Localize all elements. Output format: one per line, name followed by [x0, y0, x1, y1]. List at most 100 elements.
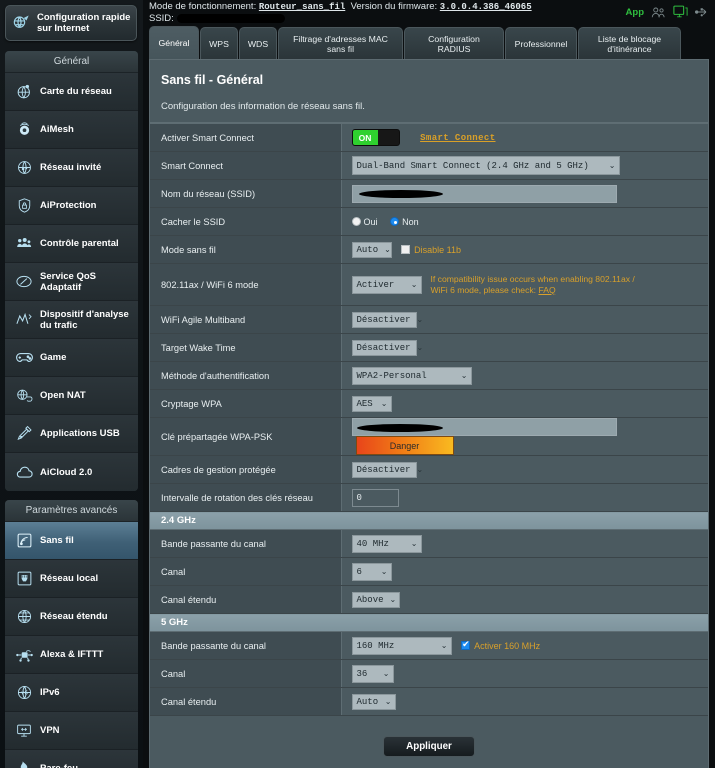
wireless-general-panel: Sans fil - Général Configuration des inf… [149, 59, 709, 768]
wireless-mode-select[interactable]: Auto ⌄ [351, 241, 392, 258]
sidebar-item-open-nat[interactable]: Open NAT [5, 377, 138, 415]
ssid-label: SSID: [149, 13, 174, 24]
enable-160mhz-checkbox-wrap[interactable]: Activer 160 MHz [461, 639, 540, 651]
sidebar-item-label: Dispositif d'analyse du trafic [40, 308, 129, 331]
usb-icon[interactable] [695, 6, 710, 18]
sidebar-item-label: Open NAT [40, 390, 86, 401]
section-header-24ghz: 2.4 GHz [150, 511, 708, 530]
radio-circle-selected-icon [390, 217, 400, 227]
row-label: Intervalle de rotation des clés réseau [150, 483, 342, 512]
quick-internet-setup-button[interactable]: Configuration rapide sur Internet [5, 5, 137, 41]
sidebar-item-network-map[interactable]: Carte du réseau [5, 73, 138, 111]
tab-roaming-block-list[interactable]: Liste de blocage d'itinérance [578, 27, 681, 59]
pmf-select[interactable]: Désactiver ⌄ [351, 461, 423, 478]
guest-network-icon [12, 159, 36, 176]
sidebar-item-parental-control[interactable]: Contrôle parental [5, 225, 138, 263]
agile-multiband-select[interactable]: Désactiver ⌄ [351, 311, 423, 328]
sidebar-item-vpn[interactable]: VPN [5, 712, 138, 750]
sidebar-item-aicloud[interactable]: AiCloud 2.0 [5, 453, 138, 491]
sidebar-item-game[interactable]: Game [5, 339, 138, 377]
sidebar-item-usb-applications[interactable]: Applications USB [5, 415, 138, 453]
wifi6-compat-note: If compatibility issue occurs when enabl… [431, 274, 646, 296]
row-value: Danger [341, 417, 708, 456]
vpn-icon [12, 722, 36, 739]
chevron-down-icon: ⌄ [384, 697, 392, 707]
channel-5-select-value: 36 [356, 668, 368, 679]
row-label: Canal [150, 557, 342, 586]
sidebar-item-guest-network[interactable]: Réseau invité [5, 149, 138, 187]
hide-ssid-radio-yes[interactable]: Oui [351, 217, 378, 227]
sidebar-item-alexa-ifttt[interactable]: Alexa & IFTTT [5, 636, 138, 674]
tab-wps[interactable]: WPS [200, 27, 238, 59]
wifi6-mode-select[interactable]: Activer ⌄ [351, 275, 422, 294]
table-row: Activer Smart Connect ON Smart Connect [150, 123, 708, 152]
channel-5-select[interactable]: 36 ⌄ [351, 664, 394, 683]
table-row: Cacher le SSID Oui Non [150, 207, 708, 236]
wpa-psk-input[interactable] [351, 418, 617, 436]
sidebar: Configuration rapide sur Internet Généra… [0, 0, 143, 768]
sidebar-item-adaptive-qos[interactable]: Service QoS Adaptatif [5, 263, 138, 301]
apply-button[interactable]: Appliquer [383, 736, 475, 757]
target-wake-time-select[interactable]: Désactiver ⌄ [351, 339, 423, 356]
quick-internet-setup-icon [12, 13, 34, 33]
sidebar-item-aiprotection[interactable]: AiProtection [5, 187, 138, 225]
sidebar-item-wireless[interactable]: Sans fil [5, 522, 138, 560]
wan-globe-icon [12, 608, 36, 625]
network-map-icon [12, 83, 36, 100]
disable-11b-checkbox[interactable] [401, 245, 411, 254]
sidebar-item-lan[interactable]: Réseau local [5, 560, 138, 598]
monitor-icon[interactable] [673, 5, 688, 19]
table-row: WiFi Agile Multiband Désactiver ⌄ [150, 305, 708, 334]
table-row: Cryptage WPA AES ⌄ [150, 389, 708, 418]
toggle-knob[interactable] [377, 130, 399, 145]
smart-connect-link[interactable]: Smart Connect [420, 133, 495, 143]
aimesh-icon [12, 121, 36, 138]
row-label: Mode sans fil [150, 235, 342, 264]
operation-mode-value[interactable]: Routeur_sans_fil [259, 2, 345, 12]
ssid-input[interactable] [351, 184, 617, 203]
tab-professional[interactable]: Professionnel [505, 27, 577, 59]
disable-11b-checkbox-wrap[interactable]: Disable 11b [401, 245, 461, 255]
chevron-down-icon: ⌄ [440, 641, 448, 651]
sidebar-item-label: Contrôle parental [40, 238, 119, 249]
enable-160mhz-checkbox[interactable] [461, 639, 471, 650]
extension-channel-24-select[interactable]: Above ⌄ [351, 591, 400, 608]
channel-24-select[interactable]: 6 ⌄ [351, 562, 392, 581]
section-label: 2.4 GHz [150, 511, 708, 530]
wpa-encryption-select[interactable]: AES ⌄ [351, 395, 392, 412]
tab-radius-setting[interactable]: Configuration RADIUS [404, 27, 504, 59]
app-label[interactable]: App [626, 7, 644, 18]
tab-wireless-mac-filter[interactable]: Filtrage d'adresses MAC sans fil [278, 27, 403, 59]
smart-connect-toggle[interactable]: ON [351, 129, 400, 146]
sidebar-item-ipv6[interactable]: v6 IPv6 [5, 674, 138, 712]
firmware-value[interactable]: 3.0.0.4.386_46065 [440, 2, 532, 12]
sidebar-item-label: AiMesh [40, 124, 74, 135]
bandwidth-24-select[interactable]: 40 MHz ⌄ [351, 534, 422, 553]
sidebar-item-label: Service QoS Adaptatif [40, 270, 96, 293]
row-label: Clé prépartagée WPA-PSK [150, 417, 342, 456]
auth-method-select[interactable]: WPA2-Personal ⌄ [351, 366, 472, 385]
table-row: Bande passante du canal 40 MHz ⌄ [150, 529, 708, 558]
smart-connect-select[interactable]: Dual-Band Smart Connect (2.4 GHz and 5 G… [351, 156, 620, 175]
wifi6-faq-link[interactable]: FAQ [538, 285, 555, 295]
sidebar-item-firewall[interactable]: Pare-feu [5, 750, 138, 768]
rotation-interval-input[interactable]: 0 [351, 488, 399, 507]
row-value: 36 ⌄ [341, 659, 708, 688]
sidebar-item-label: AiProtection [40, 200, 97, 211]
auth-method-select-value: WPA2-Personal [356, 370, 427, 381]
tab-general[interactable]: Général [149, 26, 199, 59]
tab-wds[interactable]: WDS [239, 27, 277, 59]
operation-mode-label: Mode de fonctionnement: [149, 1, 257, 12]
bandwidth-5-select[interactable]: 160 MHz ⌄ [351, 636, 452, 655]
row-value: Auto ⌄ Disable 11b [341, 235, 708, 264]
extension-channel-5-select[interactable]: Auto ⌄ [351, 693, 396, 710]
wifi6-note-text: If compatibility issue occurs when enabl… [430, 273, 635, 295]
alexa-ifttt-icon [12, 647, 36, 663]
sidebar-item-wan[interactable]: Réseau étendu [5, 598, 138, 636]
table-row: Canal étendu Above ⌄ [150, 585, 708, 614]
users-icon[interactable] [651, 6, 666, 19]
hide-ssid-radio-no[interactable]: Non [390, 217, 419, 227]
sidebar-item-aimesh[interactable]: AiMesh [5, 111, 138, 149]
usb-apps-icon [12, 425, 36, 442]
sidebar-item-traffic-analyzer[interactable]: Dispositif d'analyse du trafic [5, 301, 138, 339]
